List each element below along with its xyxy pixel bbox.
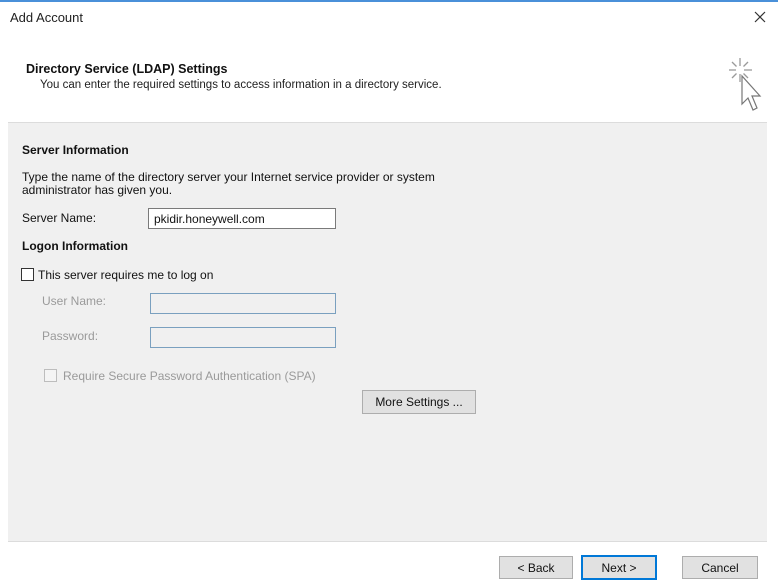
page-title: Directory Service (LDAP) Settings [26, 62, 228, 76]
window-title: Add Account [10, 10, 83, 25]
spa-checkbox[interactable] [44, 369, 57, 382]
close-button[interactable] [746, 4, 774, 30]
server-info-title: Server Information [22, 143, 129, 157]
requires-logon-checkbox[interactable] [21, 268, 34, 281]
page-subtitle: You can enter the required settings to a… [40, 79, 442, 91]
wizard-header: Directory Service (LDAP) Settings You ca… [0, 54, 778, 114]
next-button[interactable]: Next > [581, 555, 657, 580]
settings-panel: Server Information Type the name of the … [8, 122, 767, 541]
close-icon [754, 11, 766, 23]
user-name-label: User Name: [42, 294, 107, 308]
server-info-description-line2: administrator has given you. [22, 183, 173, 197]
cancel-button[interactable]: Cancel [682, 556, 758, 579]
user-name-input[interactable] [150, 293, 336, 314]
more-settings-button[interactable]: More Settings ... [362, 390, 476, 414]
server-name-label: Server Name: [22, 211, 97, 225]
password-label: Password: [42, 329, 99, 343]
password-input[interactable] [150, 327, 336, 348]
title-bar: Add Account [0, 2, 778, 32]
footer-divider [8, 541, 767, 542]
server-name-input[interactable] [148, 208, 336, 229]
requires-logon-label: This server requires me to log on [38, 268, 214, 282]
logon-info-title: Logon Information [22, 239, 128, 253]
wizard-cursor-icon [729, 58, 762, 111]
back-button[interactable]: < Back [499, 556, 573, 579]
spa-label: Require Secure Password Authentication (… [63, 369, 316, 383]
add-account-window: Add Account Directory Service (LDAP) Set… [0, 0, 778, 584]
